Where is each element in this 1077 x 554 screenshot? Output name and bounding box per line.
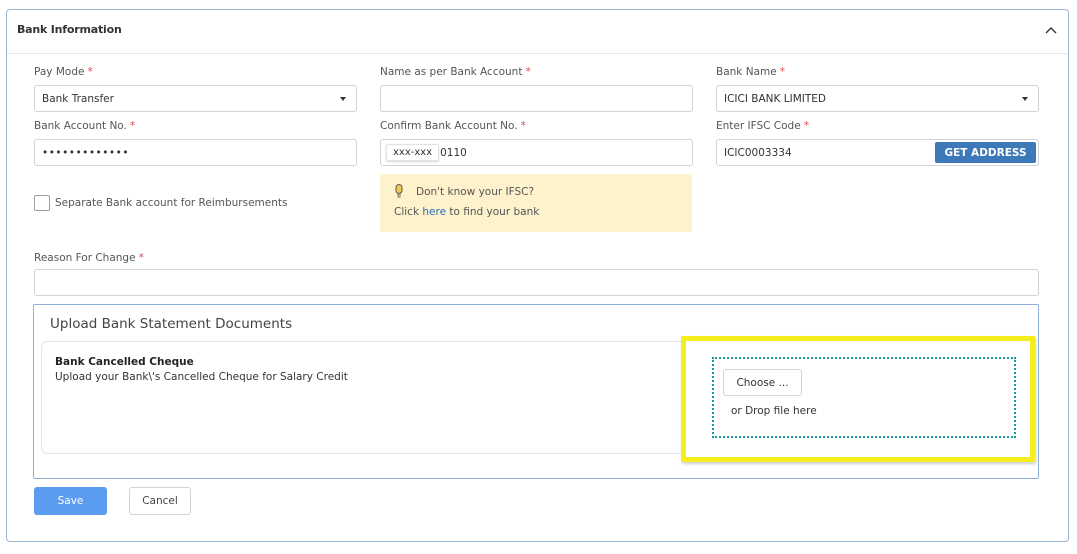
document-description: Upload your Bank\'s Cancelled Cheque for… xyxy=(55,371,348,383)
required-marker: * xyxy=(129,120,136,132)
reason-label: Reason For Change * xyxy=(34,252,144,264)
cancel-button[interactable]: Cancel xyxy=(129,487,191,515)
pay-mode-label: Pay Mode * xyxy=(34,66,93,78)
find-bank-link[interactable]: here xyxy=(422,206,446,218)
confirm-account-no-value: 0110 xyxy=(440,146,467,159)
mask-overlay: xxx-xxx xyxy=(386,144,440,161)
required-marker: * xyxy=(803,120,809,132)
choose-file-button[interactable]: Choose ... xyxy=(723,369,802,396)
ifsc-help-box: Don't know your IFSC? Click here to find… xyxy=(380,174,692,232)
ifsc-value: ICIC0003334 xyxy=(724,146,792,159)
required-marker: * xyxy=(138,252,144,264)
ifsc-input[interactable]: ICIC0003334 GET ADDRESS xyxy=(716,139,1039,166)
get-address-button[interactable]: GET ADDRESS xyxy=(935,142,1036,163)
pay-mode-select[interactable]: Bank Transfer xyxy=(34,85,357,112)
bank-name-label: Bank Name * xyxy=(716,66,785,78)
required-marker: * xyxy=(87,66,93,78)
file-dropzone[interactable]: Choose ... or Drop file here xyxy=(712,357,1016,438)
account-no-label: Bank Account No. * xyxy=(34,120,136,132)
name-as-per-bank-label: Name as per Bank Account * xyxy=(380,66,531,78)
ifsc-help-title: Don't know your IFSC? xyxy=(416,186,535,198)
required-marker: * xyxy=(525,66,531,78)
required-marker: * xyxy=(779,66,785,78)
upload-highlight: Choose ... or Drop file here xyxy=(681,336,1035,462)
ifsc-help-text: Click here to find your bank xyxy=(394,206,540,218)
confirm-account-no-input[interactable]: xxx-xxx 0110 xyxy=(380,139,693,166)
document-title: Bank Cancelled Cheque xyxy=(55,356,194,368)
reason-input[interactable] xyxy=(34,269,1039,296)
confirm-account-no-label: Confirm Bank Account No. * xyxy=(380,120,526,132)
bank-name-value: ICICI BANK LIMITED xyxy=(724,92,826,105)
drop-file-text: or Drop file here xyxy=(731,405,817,417)
account-no-value: ••••••••••••• xyxy=(42,146,130,159)
section-title: Bank Information xyxy=(17,23,122,36)
save-button[interactable]: Save xyxy=(34,487,107,515)
pay-mode-value: Bank Transfer xyxy=(42,92,114,105)
reimbursement-checkbox[interactable] xyxy=(34,195,50,211)
upload-title: Upload Bank Statement Documents xyxy=(50,316,293,332)
bank-name-select[interactable]: ICICI BANK LIMITED xyxy=(716,85,1039,112)
account-no-input[interactable]: ••••••••••••• xyxy=(34,139,357,166)
ifsc-label: Enter IFSC Code * xyxy=(716,120,809,132)
name-as-per-bank-input[interactable] xyxy=(380,85,693,112)
reimbursement-label: Separate Bank account for Reimbursements xyxy=(55,197,288,209)
chevron-up-icon[interactable] xyxy=(1044,24,1058,38)
lightbulb-icon xyxy=(395,184,403,198)
divider xyxy=(7,53,1068,54)
required-marker: * xyxy=(520,120,526,132)
